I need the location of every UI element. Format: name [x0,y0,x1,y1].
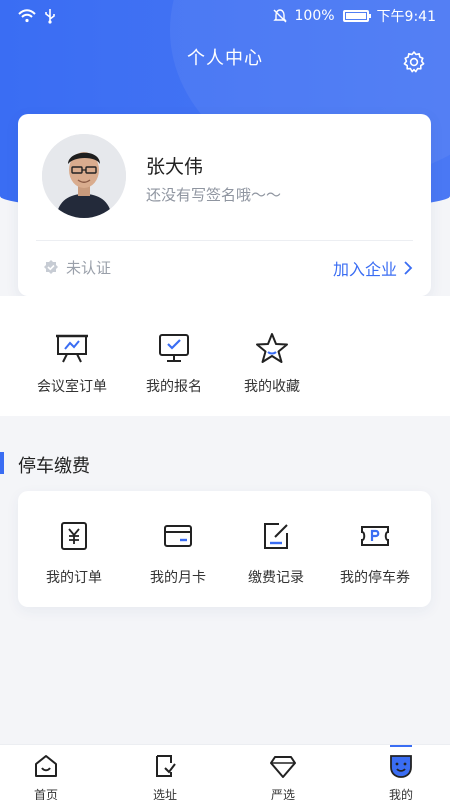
presentation-icon [56,334,88,363]
quick-link-my-favorites[interactable]: 我的收藏 [217,332,327,396]
section-accent-bar [0,452,4,474]
clock: 下午9:41 [376,9,436,25]
usb-icon [45,9,55,24]
parking-card: 我的订单 我的月卡 缴费记录 我的停车券 [18,491,431,607]
avatar[interactable] [42,134,126,218]
bottom-tab-bar: 首页 选址 严选 我的 [0,744,450,800]
chevron-right-icon [404,261,413,275]
tab-label: 选址 [152,788,177,800]
edit-note-icon [264,523,288,549]
divider [36,240,413,241]
tab-location[interactable]: 选址 [125,753,205,800]
join-label: 加入企业 [332,260,397,279]
parking-payment-records[interactable]: 缴费记录 [226,521,326,587]
parking-item-label: 我的停车券 [340,570,410,586]
face-icon [390,755,412,778]
quick-link-my-registrations[interactable]: 我的报名 [119,332,229,396]
tab-mine[interactable]: 我的 [361,753,441,800]
verified-badge-icon [44,259,58,274]
parking-item-label: 缴费记录 [248,570,304,586]
monitor-check-icon [159,334,189,362]
user-signature[interactable]: 还没有写签名哦～～ [146,184,281,205]
star-icon [256,333,288,363]
parking-item-label: 我的月卡 [150,570,206,586]
diamond-icon [270,756,296,778]
tab-selected[interactable]: 严选 [243,753,323,800]
battery-icon [342,10,371,22]
user-name: 张大伟 [146,156,204,178]
parking-my-monthly-card[interactable]: 我的月卡 [128,521,228,587]
tab-label: 我的 [388,788,413,800]
join-company-link[interactable]: 加入企业 [333,256,413,280]
quick-link-label: 我的收藏 [244,379,300,395]
wifi-icon [18,9,36,23]
tab-label: 首页 [33,788,58,800]
parking-section-title: 停车缴费 [18,456,90,477]
profile-card: 张大伟 还没有写签名哦～～ 未认证 加入企业 [18,114,431,296]
mute-bell-icon [272,9,287,23]
certification-status: 未认证 [42,257,111,278]
parking-item-label: 我的订单 [46,570,102,586]
parking-ticket-icon [361,526,389,546]
active-tab-indicator [390,745,412,747]
card-icon [164,525,192,547]
tab-label: 严选 [270,788,295,800]
home-icon [35,755,57,777]
page-title: 个人中心 [187,48,263,69]
parking-my-coupons[interactable]: 我的停车券 [325,521,425,587]
battery-percent: 100% [294,8,335,24]
cert-label: 未认证 [66,259,112,277]
quick-links: 会议室订单 我的报名 我的收藏 [0,296,450,416]
quick-link-label: 会议室订单 [37,379,107,395]
status-bar: 100% 下午9:41 [0,0,450,32]
quick-link-meeting-orders[interactable]: 会议室订单 [17,332,127,396]
location-select-icon [156,755,176,777]
quick-link-label: 我的报名 [146,379,202,395]
tab-home[interactable]: 首页 [6,753,86,800]
gear-icon[interactable] [402,50,426,74]
yen-icon [61,522,87,550]
parking-my-orders[interactable]: 我的订单 [24,521,124,587]
